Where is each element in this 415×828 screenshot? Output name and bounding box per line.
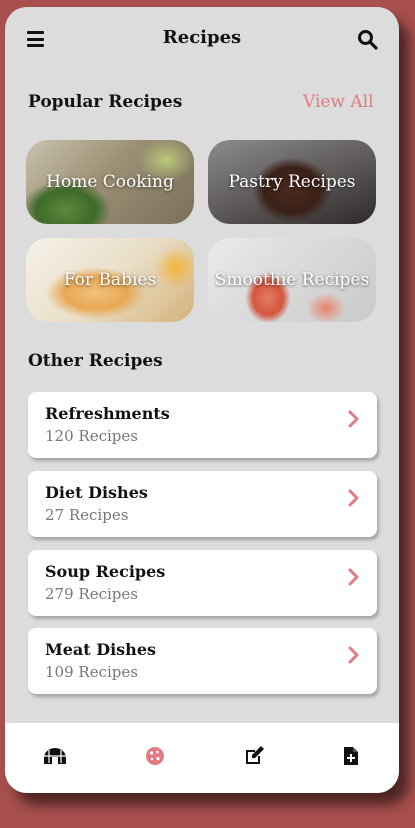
top-bar: Recipes	[5, 7, 399, 71]
page-title: Recipes	[162, 27, 242, 48]
item-count: 109 Recipes	[45, 663, 138, 681]
chevron-right-icon	[348, 410, 359, 428]
card-smoothie-recipes[interactable]: Smoothie Recipes	[208, 238, 376, 322]
igloo-icon[interactable]	[42, 743, 68, 769]
card-label: Pastry Recipes	[228, 172, 356, 192]
phone-screen: Recipes Popular Recipes View All Home Co…	[5, 7, 399, 793]
item-name: Meat Dishes	[45, 640, 156, 659]
list-item-diet-dishes[interactable]: Diet Dishes 27 Recipes	[28, 471, 377, 537]
file-add-icon[interactable]	[338, 743, 364, 769]
chevron-right-icon	[348, 489, 359, 507]
bottom-nav	[5, 723, 399, 793]
item-count: 27 Recipes	[45, 506, 129, 524]
item-name: Diet Dishes	[45, 483, 148, 502]
cookie-icon[interactable]	[142, 743, 168, 769]
popular-recipes-heading: Popular Recipes	[28, 92, 183, 112]
card-home-cooking[interactable]: Home Cooking	[26, 140, 194, 224]
card-label: Smoothie Recipes	[214, 270, 370, 290]
view-all-link[interactable]: View All	[303, 92, 374, 112]
item-count: 120 Recipes	[45, 427, 138, 445]
other-recipes-heading: Other Recipes	[28, 351, 163, 371]
search-icon[interactable]	[357, 29, 379, 51]
item-count: 279 Recipes	[45, 585, 138, 603]
list-item-meat-dishes[interactable]: Meat Dishes 109 Recipes	[28, 628, 377, 694]
edit-icon[interactable]	[242, 743, 268, 769]
list-item-refreshments[interactable]: Refreshments 120 Recipes	[28, 392, 377, 458]
card-pastry-recipes[interactable]: Pastry Recipes	[208, 140, 376, 224]
card-label: For Babies	[63, 270, 157, 290]
chevron-right-icon	[348, 646, 359, 664]
card-label: Home Cooking	[46, 172, 174, 192]
chevron-right-icon	[348, 568, 359, 586]
list-item-soup-recipes[interactable]: Soup Recipes 279 Recipes	[28, 550, 377, 616]
item-name: Refreshments	[45, 404, 170, 423]
item-name: Soup Recipes	[45, 562, 166, 581]
card-for-babies[interactable]: For Babies	[26, 238, 194, 322]
